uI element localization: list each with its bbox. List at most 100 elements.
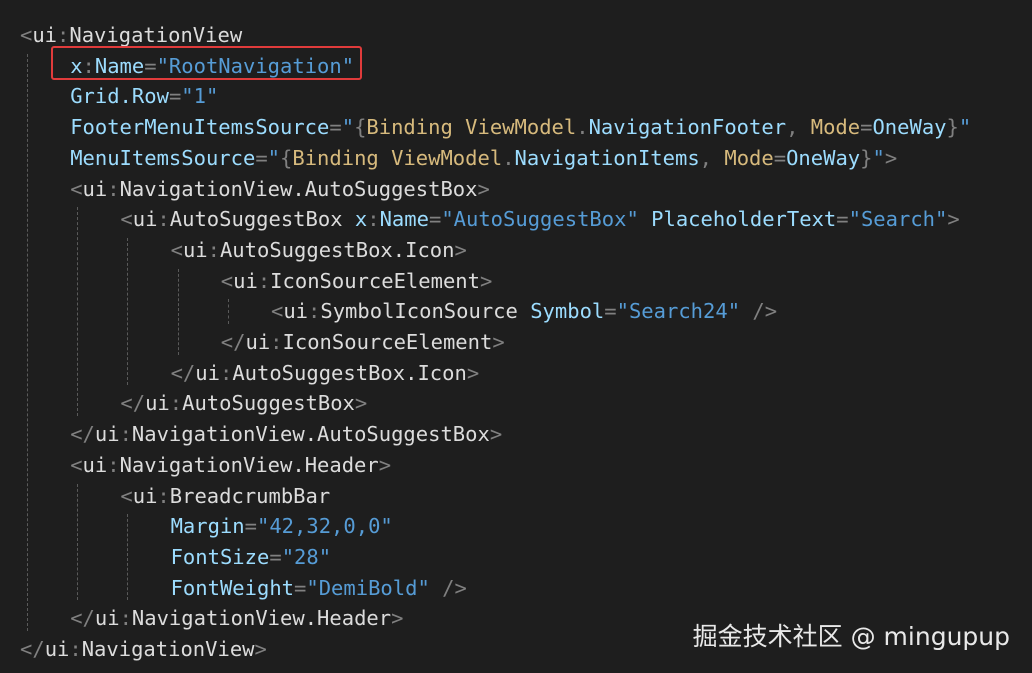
code-token: x [354,207,368,232]
code-token: OneWay [872,115,947,140]
code-token: . [576,115,589,140]
code-token: ui [233,268,258,293]
code-line: <ui:BreadcrumbBar [120,481,330,511]
code-token: FontSize [170,544,270,569]
code-token: = [428,207,442,232]
code-token: > [477,176,490,201]
code-token: " [958,115,972,140]
code-token: : [257,268,271,293]
code-token: ui [82,176,108,201]
indent-guide [227,299,229,324]
code-token: ui [82,452,108,477]
code-token: NavigationFooter [588,115,787,140]
code-token: } [946,115,959,140]
code-token: = [836,207,849,232]
code-token: Binding ViewModel [366,115,577,140]
code-token: < [120,483,133,508]
code-token: ui [145,391,170,416]
code-token: AutoSuggestBox [169,207,355,232]
code-token: = [269,544,282,569]
code-line: </ui:AutoSuggestBox> [120,388,367,418]
code-token: . [502,145,515,170]
code-token: : [119,422,132,447]
indent-guide [77,483,79,601]
code-line: <ui:AutoSuggestBox x:Name="AutoSuggestBo… [120,204,959,234]
code-token: = [329,115,342,140]
code-token: : [207,237,220,262]
code-token: FontWeight [170,575,295,600]
code-editor[interactable]: <ui:NavigationView x:Name="RootNavigation… [0,0,1032,673]
code-token: " [267,145,281,170]
code-token: > [454,237,467,262]
code-token: </ [220,330,246,354]
code-token: > [378,452,392,477]
code-token: "Search" [848,207,948,232]
code-token: Mode [810,115,861,140]
code-token: : [367,207,380,232]
code-token: Margin [170,514,245,539]
code-token: < [20,23,33,47]
code-token: : [270,330,283,354]
code-token: AutoSuggestBox.Icon [219,237,455,262]
code-token: = [860,115,873,140]
code-line: <ui:IconSourceElement> [221,266,493,296]
code-line: </ui:AutoSuggestBox.Icon> [171,358,480,388]
code-token: : [107,176,120,201]
code-token: ui [132,483,158,508]
code-line: FooterMenuItemsSource="{Binding ViewMode… [70,112,971,142]
code-token: < [70,176,83,201]
code-token: ui [94,606,120,631]
code-token: Name [379,207,429,232]
code-token: : [119,606,132,631]
code-token: "DemiBold" [306,575,443,600]
code-line: Grid.Row="1" [70,81,218,111]
code-token: NavigationView.AutoSuggestBox [119,176,478,201]
code-line: </ui:NavigationView.Header> [70,603,403,633]
code-token: NavigationItems [514,145,700,170]
code-token: FooterMenuItemsSource [70,115,330,140]
indent-guide [27,53,28,631]
code-line: Margin="42,32,0,0" [171,511,393,541]
code-token: = [773,145,787,170]
code-token: , [699,145,725,170]
code-token: = [168,84,182,109]
code-token: IconSourceElement [282,330,493,354]
code-token: ui [94,422,120,447]
code-token: /> [442,575,467,600]
code-line: FontWeight="DemiBold" /> [171,573,467,603]
code-token: "AutoSuggestBox" [441,207,652,232]
watermark: 掘金技术社区 @ mingupup [692,622,1010,651]
code-token: " [341,115,355,140]
indent-guide [127,514,129,601]
code-token: : [69,637,82,661]
code-token: NavigationView.AutoSuggestBox [131,422,490,447]
code-token: AutoSuggestBox [182,391,355,416]
code-token: : [157,207,170,232]
code-token: : [157,483,170,508]
code-token: "28" [281,544,332,569]
code-token: OneWay [786,145,861,170]
code-line: </ui:IconSourceElement> [221,327,505,357]
code-token: </ [170,360,196,385]
code-token: SymbolIconSource [320,299,531,324]
code-token: MenuItemsSource [70,145,256,170]
code-token: : [219,360,233,385]
code-line: </ui:NavigationView> [20,634,267,664]
code-token: = [244,514,257,539]
code-line: <ui:NavigationView.Header> [70,450,391,480]
code-token: ui [32,23,58,47]
code-token: " [872,145,885,170]
code-token: > [254,637,267,661]
code-token: = [294,575,307,600]
code-token: : [308,299,321,324]
code-line: FontSize="28" [171,542,331,572]
highlight-box-root-navigation [51,46,362,80]
code-token: : [57,23,70,47]
code-token: BreadcrumbBar [169,483,331,508]
code-token: : [169,391,183,416]
code-token: : [107,452,120,477]
code-token: IconSourceElement [270,268,480,293]
code-token: "1" [181,84,219,109]
code-token: > [480,268,493,293]
code-token: > [489,422,503,447]
